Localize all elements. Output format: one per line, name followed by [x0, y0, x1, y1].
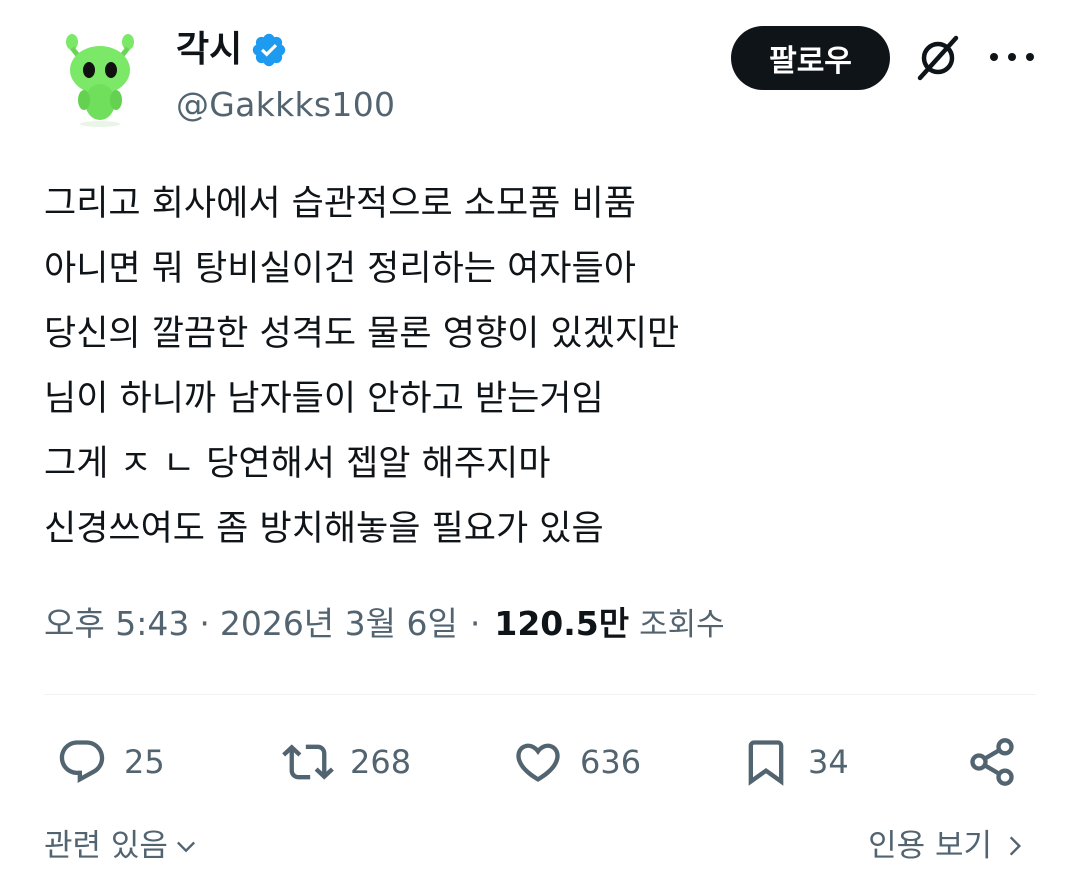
- more-options-icon[interactable]: [990, 40, 1034, 74]
- heart-icon: [516, 743, 560, 782]
- retweet-count: 268: [350, 743, 412, 781]
- chevron-down-icon: [176, 841, 195, 853]
- tweet-date[interactable]: 2026년 3월 6일: [220, 598, 458, 650]
- divider: [44, 694, 1036, 695]
- bookmark-button[interactable]: 34: [740, 732, 849, 792]
- retweet-icon: [282, 744, 334, 780]
- like-button[interactable]: 636: [512, 732, 641, 792]
- reply-button[interactable]: 25: [56, 732, 165, 792]
- share-icon: [970, 738, 1014, 786]
- grok-icon[interactable]: [912, 32, 964, 84]
- meta-separator: ·: [469, 604, 481, 643]
- user-name-row[interactable]: 각시: [176, 24, 288, 76]
- bookmark-icon: [748, 740, 784, 786]
- chevron-right-icon: [1009, 836, 1022, 856]
- quotes-label: 인용 보기: [868, 828, 992, 864]
- user-handle[interactable]: @Gakkks100: [176, 80, 395, 130]
- tweet-line: 신경쓰여도 좀 방치해놓을 필요가 있음: [44, 509, 604, 549]
- related-toggle[interactable]: 관련 있음: [44, 822, 200, 870]
- tweet-time[interactable]: 오후 5:43: [44, 598, 189, 650]
- tweet-line: 그게 ㅈ ㄴ 당연해서 젭알 해주지마: [44, 444, 551, 484]
- tweet-line: 님이 하니까 남자들이 안하고 받는거임: [44, 379, 604, 419]
- views-label: 조회수: [639, 607, 725, 643]
- meta-separator: ·: [199, 604, 210, 643]
- tweet-meta: 오후 5:43 · 2026년 3월 6일 · 120.5만 조회수: [44, 598, 725, 651]
- share-button[interactable]: [966, 732, 1018, 792]
- tweet-line: 그리고 회사에서 습관적으로 소모품 비품: [44, 184, 636, 224]
- bookmark-count: 34: [808, 743, 849, 781]
- follow-button[interactable]: 팔로우: [731, 26, 890, 90]
- view-quotes-link[interactable]: 인용 보기: [868, 822, 1028, 870]
- alien-avatar-icon: [66, 34, 134, 127]
- views-count[interactable]: 120.5만: [494, 598, 629, 650]
- verified-badge-icon: [253, 33, 286, 67]
- reply-count: 25: [124, 743, 165, 781]
- retweet-button[interactable]: 268: [282, 732, 411, 792]
- reply-icon: [59, 740, 105, 784]
- display-name[interactable]: 각시: [176, 24, 242, 76]
- like-count: 636: [580, 743, 642, 781]
- avatar[interactable]: [44, 22, 156, 134]
- tweet-line: 당신의 깔끔한 성격도 물론 영향이 있겠지만: [44, 314, 680, 354]
- related-label: 관련 있음: [44, 828, 168, 864]
- tweet-line: 아니면 뭐 탕비실이건 정리하는 여자들아: [44, 249, 636, 289]
- tweet-text: 그리고 회사에서 습관적으로 소모품 비품 아니면 뭐 탕비실이건 정리하는 여…: [44, 172, 1034, 562]
